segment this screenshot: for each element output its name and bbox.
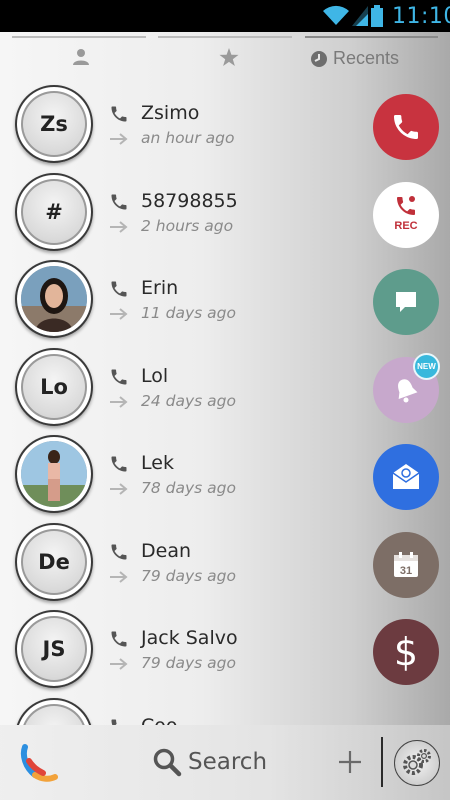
contact-name: 58798855 (141, 189, 238, 212)
list-item[interactable]: Lek 78 days ago (0, 432, 450, 520)
signal-icon (352, 6, 368, 26)
record-call-button[interactable]: REC (373, 181, 439, 248)
outgoing-arrow-icon (110, 395, 128, 408)
contact-photo (21, 441, 87, 507)
bell-icon (398, 378, 418, 402)
app-logo-icon[interactable] (19, 743, 59, 783)
list-item[interactable]: Lo Lol 24 days ago (0, 345, 450, 433)
calendar-icon: 31 (394, 551, 418, 577)
outgoing-arrow-icon (110, 570, 128, 583)
phone-icon (111, 106, 127, 122)
tab-favorites[interactable] (158, 32, 292, 82)
avatar[interactable] (15, 260, 93, 338)
phone-icon (111, 281, 127, 297)
search-icon[interactable] (152, 747, 182, 777)
list-item[interactable]: Zs Zsimo an hour ago (0, 82, 450, 170)
new-badge: NEW (413, 353, 440, 380)
chat-bubble-icon (396, 292, 416, 312)
tab-recents-label: Recents (333, 48, 400, 68)
bottom-bar: Search (0, 725, 450, 800)
tab-indicator (305, 36, 438, 38)
phone-icon (111, 456, 127, 472)
outgoing-arrow-icon (110, 308, 128, 320)
plus-icon[interactable] (338, 750, 362, 774)
recents-list: Zs Zsimo an hour ago # 58798855 2 hours … (0, 82, 450, 725)
call-time: 78 days ago (141, 479, 236, 497)
contact-name: Dean (141, 539, 192, 562)
call-time: 11 days ago (141, 304, 236, 322)
contact-name: Lek (141, 452, 174, 474)
avatar[interactable] (15, 697, 93, 725)
outgoing-arrow-icon (110, 220, 128, 233)
battery-icon (371, 5, 383, 27)
tab-indicator (12, 36, 146, 38)
payment-button[interactable]: $ (373, 619, 439, 685)
phone-icon (394, 115, 418, 139)
message-button[interactable] (373, 269, 439, 335)
dollar-icon: $ (393, 630, 419, 674)
avatar[interactable]: Lo (15, 347, 93, 426)
avatar[interactable]: # (15, 172, 93, 251)
person-icon (73, 49, 89, 65)
list-item[interactable]: # 58798855 2 hours ago REC (0, 170, 450, 258)
contact-name: Zsimo (141, 102, 200, 124)
wifi-icon (323, 5, 349, 25)
search-button[interactable]: Search (188, 749, 267, 775)
avatar[interactable]: De (15, 522, 93, 601)
star-icon (219, 48, 239, 66)
gear-icon (403, 749, 431, 775)
calendar-button[interactable]: 31 (373, 531, 439, 598)
status-bar: 11:10 (0, 0, 450, 32)
tab-bar: Recents (0, 32, 450, 82)
calendar-date: 31 (400, 565, 412, 577)
list-item[interactable]: Coo... (0, 695, 450, 726)
settings-button[interactable] (394, 740, 440, 786)
divider (381, 737, 383, 787)
rec-label: REC (394, 219, 418, 232)
call-time: 79 days ago (141, 654, 236, 672)
tab-indicator (158, 36, 292, 38)
phone-icon (111, 544, 127, 559)
list-item[interactable]: JS Jack Salvo 79 days ago $ (0, 607, 450, 695)
phone-icon (111, 194, 127, 209)
list-item[interactable]: De Dean 79 days ago 31 (0, 520, 450, 608)
contact-name: Coo... (141, 715, 195, 726)
clock-icon (311, 51, 327, 67)
record-call-icon (397, 195, 415, 215)
outgoing-arrow-icon (110, 483, 128, 495)
contact-photo (21, 266, 87, 332)
contact-name: Lol (141, 364, 169, 387)
call-time: 24 days ago (141, 391, 236, 410)
avatar[interactable]: Zs (15, 85, 93, 163)
avatar[interactable] (15, 435, 93, 513)
call-time: an hour ago (141, 129, 235, 147)
tab-contacts[interactable] (12, 32, 146, 82)
list-item[interactable]: Erin 11 days ago (0, 257, 450, 345)
email-button[interactable] (373, 444, 439, 510)
phone-icon (111, 631, 127, 647)
email-icon (392, 464, 420, 489)
call-time: 2 hours ago (141, 216, 234, 235)
outgoing-arrow-icon (110, 658, 128, 670)
tab-recents[interactable]: Recents (305, 32, 438, 82)
phone-icon (111, 719, 117, 725)
contact-name: Erin (141, 277, 179, 299)
clock-time: 11:10 (392, 4, 450, 29)
contact-name: Jack Salvo (141, 627, 238, 649)
call-time: 79 days ago (141, 566, 236, 585)
avatar[interactable]: JS (15, 610, 93, 688)
phone-icon (111, 369, 127, 384)
outgoing-arrow-icon (110, 133, 128, 145)
call-button[interactable] (373, 94, 439, 160)
